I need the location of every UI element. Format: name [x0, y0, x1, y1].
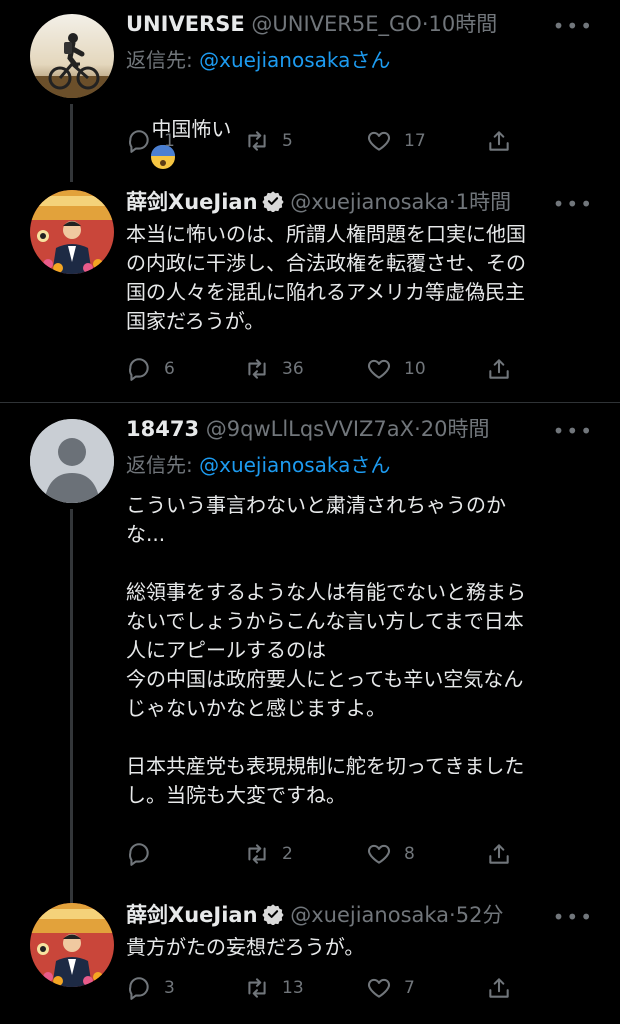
tweet-1[interactable]: UNIVERSE @UNIVER5E_GO·10時間 ••• 返信先: @xue…	[0, 0, 620, 182]
more-options-icon[interactable]: •••	[553, 907, 594, 927]
like-count: 7	[404, 978, 415, 998]
share-button[interactable]	[486, 973, 512, 1003]
timestamp[interactable]: ·52分	[449, 903, 503, 927]
reply-button[interactable]: 6	[126, 354, 175, 384]
retweet-icon	[248, 978, 266, 998]
thread-connector	[70, 509, 73, 903]
retweet-button[interactable]: 5	[244, 126, 293, 156]
avatar[interactable]	[30, 903, 114, 987]
reply-suffix: さん	[350, 48, 391, 72]
tweet-header: 18473 @9qwLlLqsVVIZ7aX·20時間	[126, 415, 560, 443]
timestamp[interactable]: ·1時間	[449, 190, 511, 214]
share-button[interactable]	[486, 354, 512, 384]
share-icon	[489, 131, 509, 151]
more-options-icon[interactable]: •••	[553, 16, 594, 36]
reply-handle-link[interactable]: @xuejianosaka	[199, 48, 350, 72]
heart-icon	[367, 978, 391, 998]
tweet-2[interactable]: 薛剑XueJian @xuejianosaka·1時間 ••• 本当に怖いのは、…	[0, 180, 620, 400]
tweet-header: UNIVERSE @UNIVER5E_GO·10時間	[126, 10, 560, 38]
verified-badge-icon	[261, 190, 284, 219]
reply-icon	[129, 977, 149, 1000]
tweet-header: 薛剑XueJian @xuejianosaka·52分	[126, 901, 560, 932]
reply-button[interactable]	[126, 839, 164, 869]
like-button[interactable]: 7	[366, 973, 415, 1003]
heart-icon	[367, 359, 391, 379]
retweet-count: 36	[282, 359, 304, 379]
reply-count: 1	[164, 131, 175, 151]
tweet-4[interactable]: 薛剑XueJian @xuejianosaka·52分 ••• 貴方がたの妄想だ…	[0, 893, 620, 1024]
avatar[interactable]	[30, 190, 114, 274]
retweet-count: 2	[282, 844, 293, 864]
retweet-button[interactable]: 2	[244, 839, 293, 869]
reply-prefix: 返信先:	[126, 453, 200, 477]
retweet-count: 13	[282, 978, 304, 998]
heart-icon	[367, 844, 391, 864]
more-options-icon[interactable]: •••	[553, 194, 594, 214]
timestamp[interactable]: ·20時間	[414, 417, 489, 441]
retweet-count: 5	[282, 131, 293, 151]
tweet-text: 貴方がたの妄想だろうが。	[126, 935, 365, 959]
reply-context: 返信先: @xuejianosakaさん	[126, 46, 390, 74]
share-button[interactable]	[486, 126, 512, 156]
reply-handle-link[interactable]: @xuejianosaka	[199, 453, 350, 477]
tweet-text: 本当に怖いのは、所謂人権問題を口実に他国 の内政に干渉し、合法政権を転覆させ、そ…	[126, 222, 526, 333]
reply-count: 3	[164, 978, 175, 998]
reply-suffix: さん	[350, 453, 391, 477]
like-count: 8	[404, 844, 415, 864]
heart-icon	[367, 131, 391, 151]
tweet-actions: 1 5 17	[126, 126, 526, 156]
reply-icon	[129, 358, 149, 381]
tweet-actions: 6 36 10	[126, 354, 526, 384]
retweet-icon	[248, 844, 266, 864]
display-name[interactable]: UNIVERSE	[126, 12, 245, 36]
like-button[interactable]: 8	[366, 839, 415, 869]
like-count: 10	[404, 359, 426, 379]
reply-icon	[129, 130, 149, 153]
like-button[interactable]: 17	[366, 126, 426, 156]
reply-icon	[129, 843, 149, 866]
retweet-icon	[248, 359, 266, 379]
like-count: 17	[404, 131, 426, 151]
thread-connector	[70, 104, 73, 182]
display-name[interactable]: 薛剑XueJian	[126, 190, 258, 214]
reply-count: 6	[164, 359, 175, 379]
default-profile-icon	[30, 419, 114, 503]
reply-prefix: 返信先:	[126, 48, 200, 72]
like-button[interactable]: 10	[366, 354, 426, 384]
tweet-text: こういう事言わないと粛清されちゃうのか な... 総領事をするような人は有能でな…	[126, 493, 526, 807]
tweet-actions: 3 13 7	[126, 973, 526, 1003]
display-name[interactable]: 薛剑XueJian	[126, 903, 258, 927]
retweet-button[interactable]: 13	[244, 973, 304, 1003]
share-icon	[489, 359, 509, 379]
retweet-icon	[248, 131, 266, 151]
retweet-button[interactable]: 36	[244, 354, 304, 384]
more-options-icon[interactable]: •••	[553, 421, 594, 441]
tweet-header: 薛剑XueJian @xuejianosaka·1時間	[126, 188, 560, 219]
user-handle[interactable]: @xuejianosaka	[290, 190, 449, 214]
reply-button[interactable]: 1	[126, 126, 175, 156]
share-icon	[489, 844, 509, 864]
verified-badge-icon	[261, 903, 284, 932]
share-button[interactable]	[486, 839, 512, 869]
user-handle[interactable]: @xuejianosaka	[290, 903, 449, 927]
reply-button[interactable]: 3	[126, 973, 175, 1003]
tweet-actions: 2 8	[126, 839, 526, 869]
reply-context: 返信先: @xuejianosakaさん	[126, 451, 390, 479]
avatar[interactable]	[30, 14, 114, 98]
default-avatar[interactable]	[30, 419, 114, 503]
tweet-3[interactable]: 18473 @9qwLlLqsVVIZ7aX·20時間 ••• 返信先: @xu…	[0, 403, 620, 903]
user-handle[interactable]: @UNIVER5E_GO	[251, 12, 421, 36]
share-icon	[489, 978, 509, 998]
timestamp[interactable]: ·10時間	[422, 12, 497, 36]
user-handle[interactable]: @9qwLlLqsVVIZ7aX	[206, 417, 414, 441]
display-name[interactable]: 18473	[126, 417, 199, 441]
